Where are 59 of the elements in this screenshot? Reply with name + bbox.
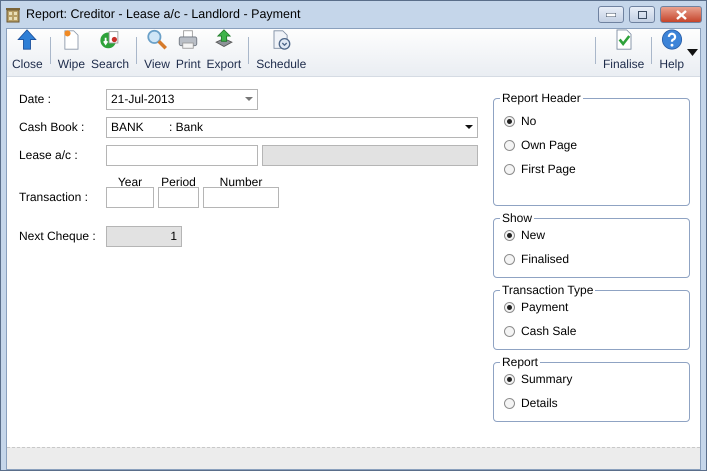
field-label: Transaction : xyxy=(19,189,89,206)
column-label: Year xyxy=(118,175,142,189)
radio-option[interactable]: Details xyxy=(504,391,679,415)
dropdown-arrow-icon xyxy=(245,97,253,101)
group-title: Report Header xyxy=(500,91,583,105)
overflow-icon[interactable] xyxy=(687,49,698,56)
radio-button[interactable] xyxy=(504,374,515,384)
cash-book-dropdown[interactable]: BANK : Bank xyxy=(106,116,478,138)
radio-option[interactable]: Cash Sale xyxy=(504,319,679,343)
radio-option[interactable]: Own Page xyxy=(504,133,679,157)
field-label: Date : xyxy=(19,91,52,108)
toolbar-button[interactable]: Export xyxy=(204,29,244,76)
toolbar-button[interactable]: Search xyxy=(88,29,132,76)
next-cheque-field: 1 xyxy=(106,226,182,246)
date-field[interactable]: 21-Jul-2013 xyxy=(106,88,258,110)
field-label: Next Cheque : xyxy=(19,228,97,245)
radio-button[interactable] xyxy=(504,164,515,174)
field-label: Lease a/c : xyxy=(19,147,79,164)
toolbar-button[interactable]: Help xyxy=(656,29,687,76)
group-title: Report xyxy=(500,355,540,369)
toolbar-button[interactable]: View xyxy=(141,29,173,76)
radio-button[interactable] xyxy=(504,302,515,312)
radio-button[interactable] xyxy=(504,254,515,264)
magnifier-icon xyxy=(144,29,169,50)
radio-option[interactable]: First Page xyxy=(504,157,679,181)
radio-option[interactable]: Finalised xyxy=(504,247,679,271)
maximize-icon xyxy=(638,10,646,18)
group-title: Show xyxy=(500,211,534,225)
group-title: Transaction Type xyxy=(500,283,596,297)
input-field[interactable] xyxy=(106,186,154,208)
input-field[interactable] xyxy=(158,186,199,208)
radio-button[interactable] xyxy=(504,116,515,126)
toolbar-button[interactable]: Close xyxy=(9,29,46,76)
maximize-button[interactable] xyxy=(629,6,655,23)
app-icon xyxy=(5,6,21,22)
column-label: Period xyxy=(161,175,196,189)
radio-option[interactable]: No xyxy=(504,109,679,133)
radio-option[interactable]: New xyxy=(504,223,679,247)
toolbar-button[interactable]: Wipe xyxy=(54,29,88,76)
toolbar-button[interactable]: Print xyxy=(172,29,204,76)
radio-button[interactable] xyxy=(504,140,515,150)
radio-button[interactable] xyxy=(504,230,515,240)
field-label: Cash Book : xyxy=(19,119,86,136)
window-title: Report: Creditor - Lease a/c - Landlord - Payment xyxy=(26,6,300,24)
radio-option[interactable]: Summary xyxy=(504,367,679,391)
lease-code-field[interactable] xyxy=(106,144,258,166)
dropdown-arrow-icon xyxy=(465,125,473,129)
arrow-up-icon xyxy=(15,29,40,50)
toolbar-button[interactable]: Finalise xyxy=(600,29,648,76)
close-icon xyxy=(676,10,686,20)
input-field[interactable] xyxy=(203,186,279,208)
minimize-button[interactable] xyxy=(598,6,624,23)
radio-button[interactable] xyxy=(504,398,515,408)
toolbar-button[interactable]: Schedule xyxy=(253,29,310,76)
column-label: Number xyxy=(220,175,262,189)
radio-button[interactable] xyxy=(504,326,515,336)
minimize-icon xyxy=(606,12,616,16)
close-button[interactable] xyxy=(660,6,702,23)
radio-option[interactable]: Payment xyxy=(504,295,679,319)
